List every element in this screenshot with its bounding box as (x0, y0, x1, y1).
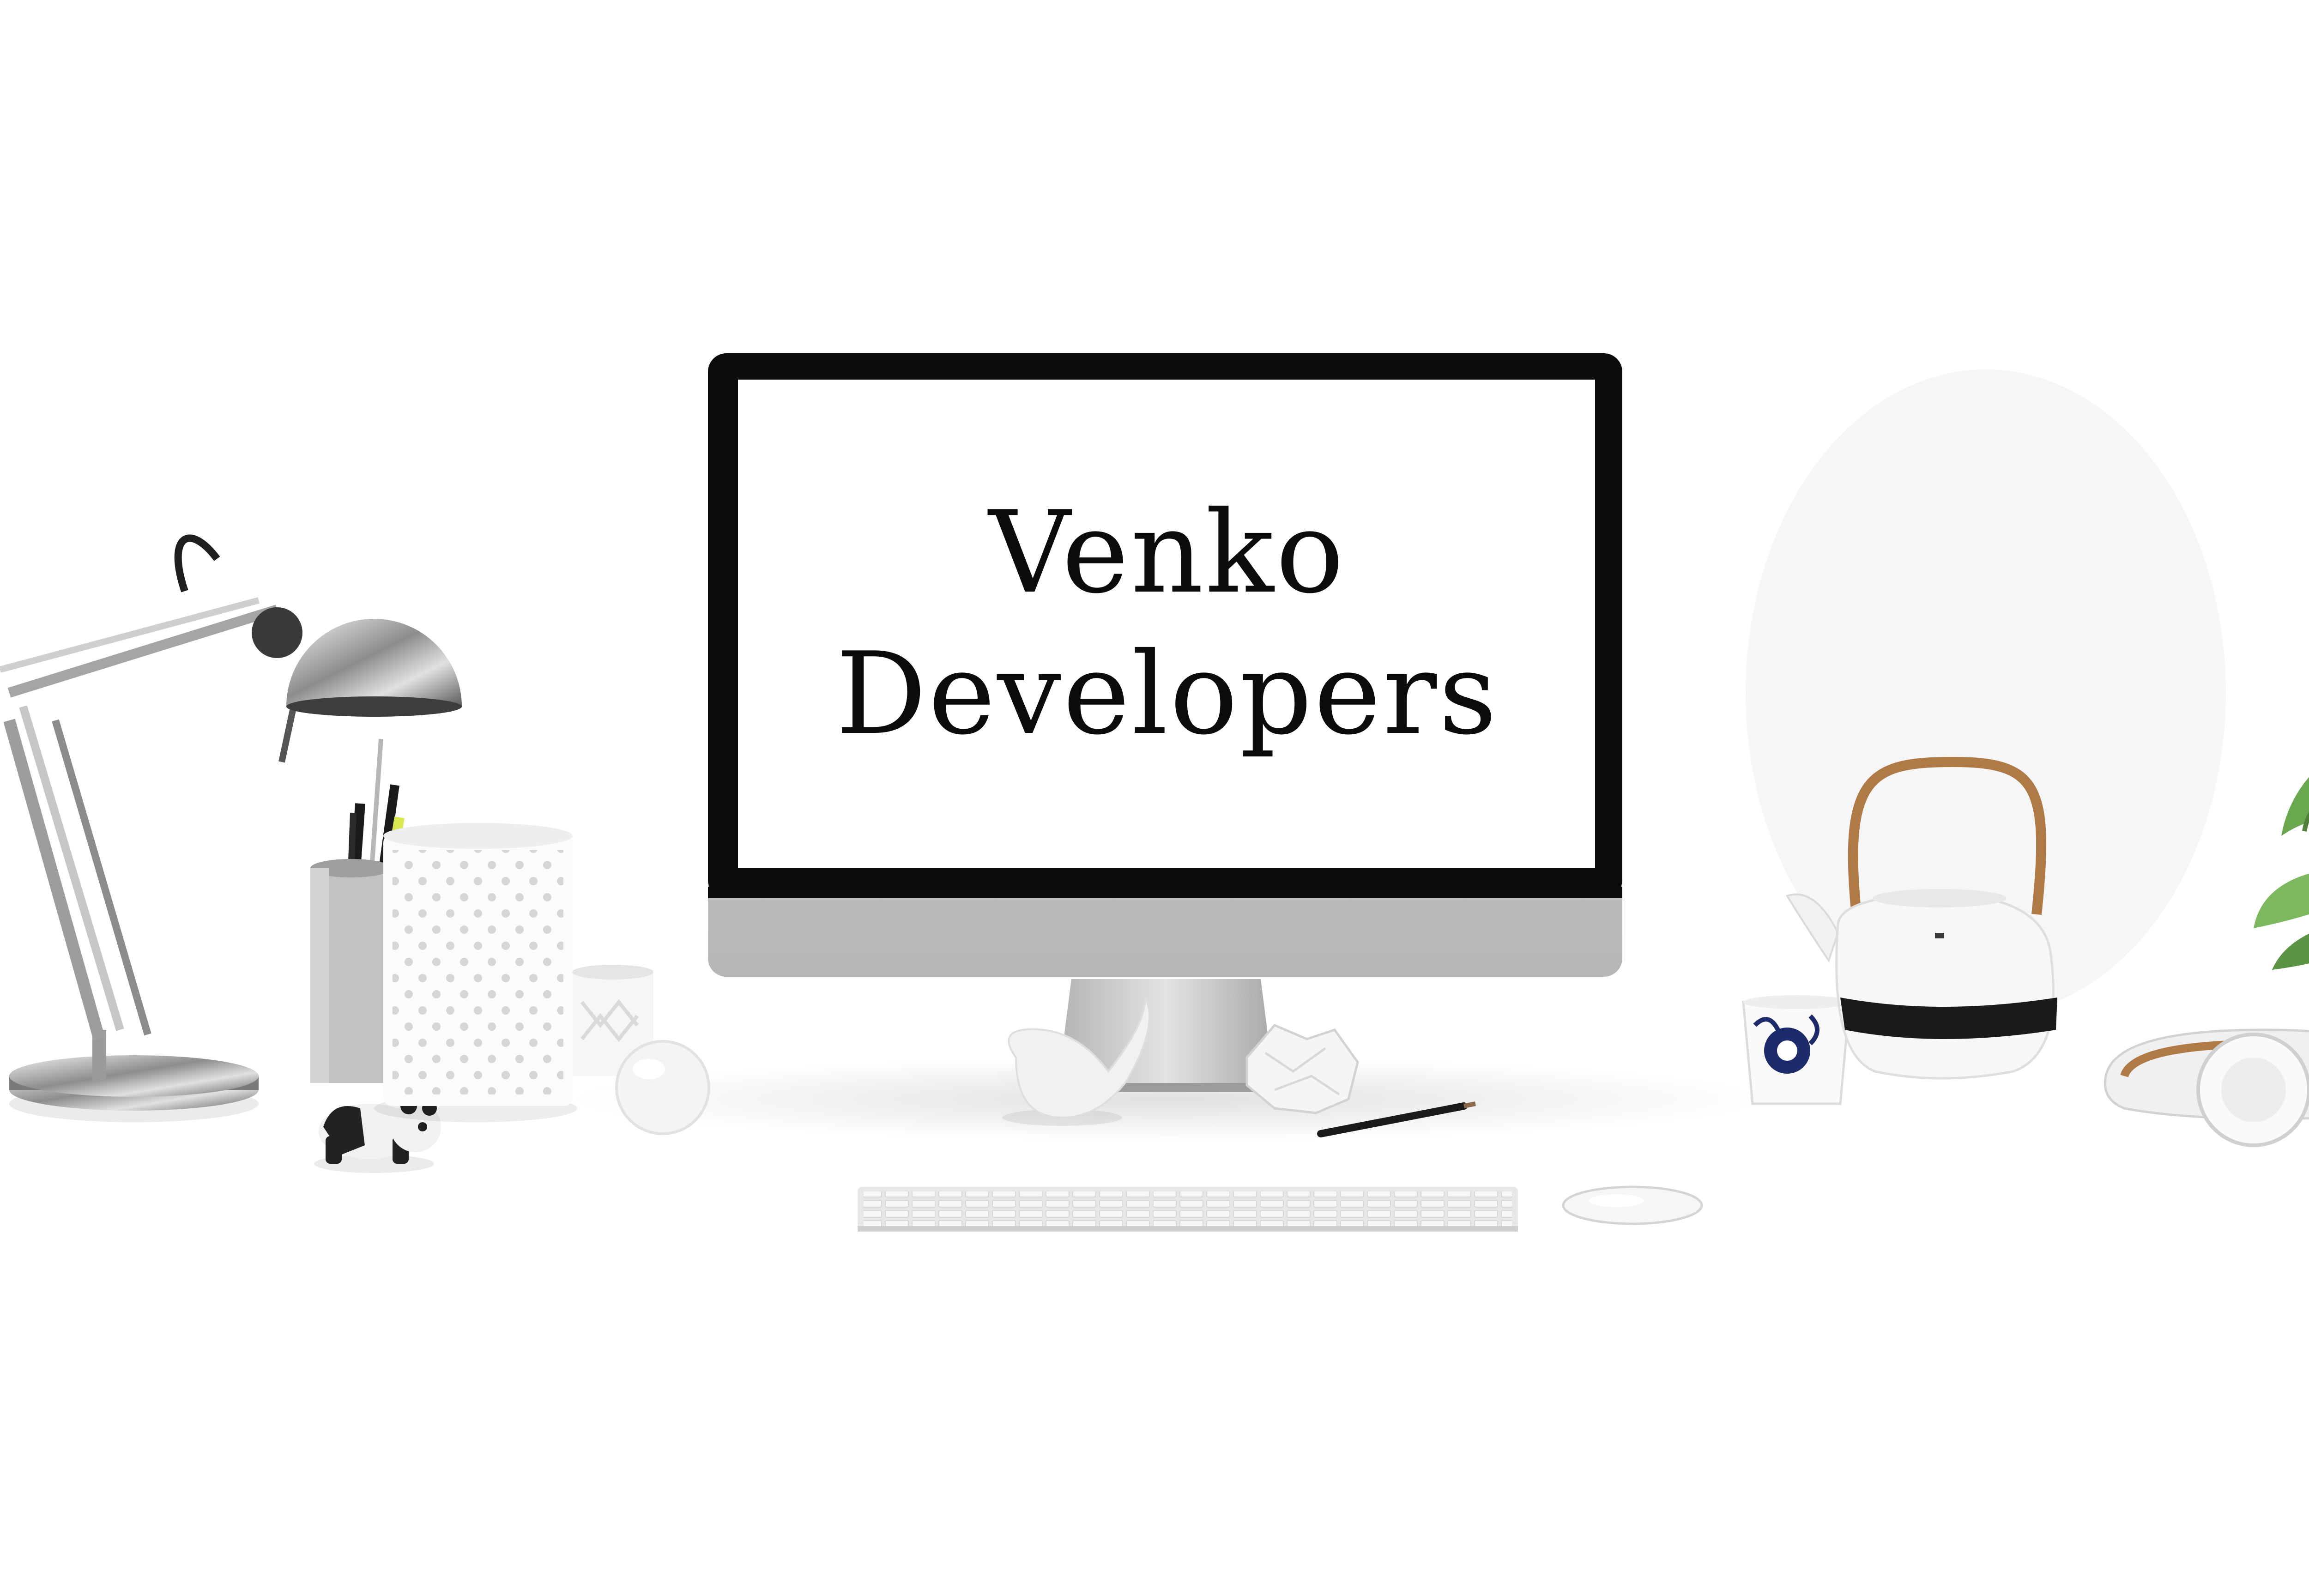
glass-sphere-icon (615, 1040, 710, 1135)
crumpled-paper-icon (1245, 1023, 1359, 1114)
perforated-vase-icon (374, 823, 577, 1122)
screen-title-line-2: Developers (835, 628, 1499, 760)
mouse-icon (1562, 1185, 1703, 1225)
monitor-screen-text: Venko Developers (741, 379, 1593, 868)
plant-icon (2254, 777, 2309, 970)
screen-title-line-1: Venko (988, 486, 1346, 618)
tea-cup-icon (1742, 995, 1851, 1105)
keyboard-icon (858, 1187, 1518, 1232)
headphones-icon (2103, 1028, 2309, 1147)
